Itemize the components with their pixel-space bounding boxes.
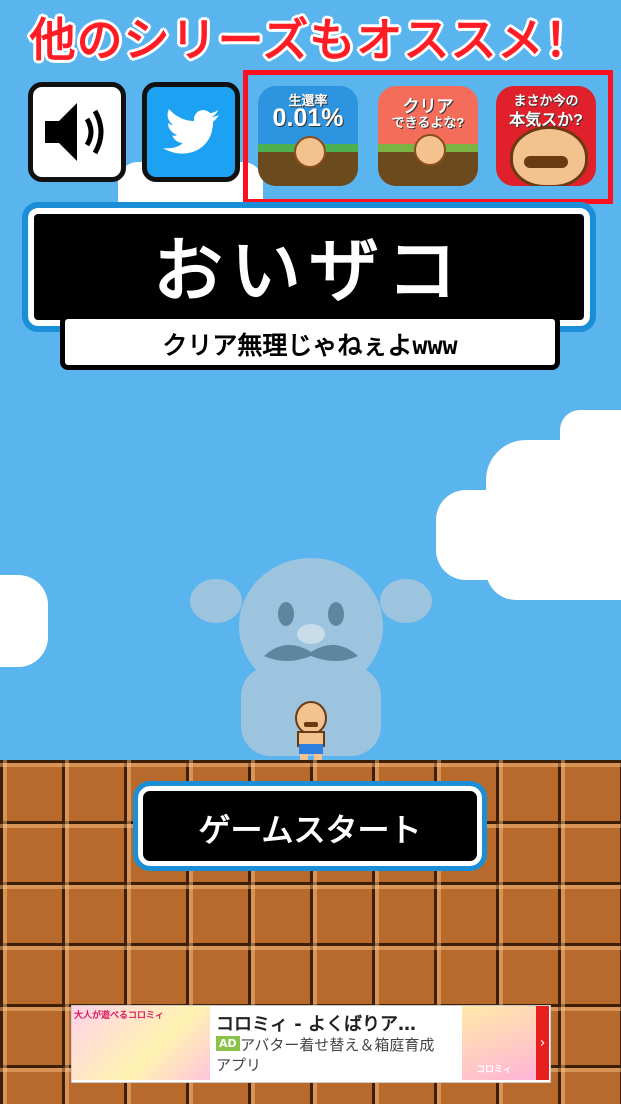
ad-chevron-right-icon[interactable]: › [536, 1006, 549, 1080]
cloud-right-mid [436, 490, 506, 580]
player-character [295, 701, 327, 760]
ad-image-left-text: 大人が遊べるコロミィ [74, 1011, 165, 1021]
cloud-left [0, 575, 48, 667]
ad-title[interactable]: コロミィ - よくばりア… [216, 1010, 416, 1036]
ad-image-left[interactable]: 大人が遊べるコロミィ [72, 1006, 210, 1080]
ad-description-line1: アバター着せ替え＆箱庭育成 [240, 1036, 435, 1054]
game-subtitle: クリア無理じゃねぇよwww [162, 331, 458, 360]
cloud-right-top [560, 410, 621, 450]
cloud-right [486, 440, 621, 600]
twitter-bird-icon [163, 109, 219, 154]
sound-button[interactable] [28, 82, 126, 182]
series-app-1-line2: 0.01% [272, 104, 344, 132]
series-app-2[interactable]: クリア できるよな? [378, 86, 478, 186]
ad-image-right[interactable]: コロミィ [462, 1006, 536, 1080]
twitter-button[interactable] [142, 82, 240, 182]
start-button-label: ゲームスタート [198, 811, 422, 849]
sound-icon [45, 103, 104, 161]
ad-badge: AD [216, 1036, 240, 1051]
series-app-3[interactable]: まさか今の 本気スか? [496, 86, 596, 186]
series-banner-text: 他のシリーズもオススメ！ [29, 13, 592, 67]
series-app-1[interactable]: 生還率 0.01% [258, 86, 358, 186]
ad-image-right-text: コロミィ [476, 1065, 513, 1075]
series-app-2-line2: できるよな? [391, 115, 465, 130]
game-title: おいザコ [153, 230, 465, 312]
ad-description-line2: アプリ [216, 1056, 262, 1074]
